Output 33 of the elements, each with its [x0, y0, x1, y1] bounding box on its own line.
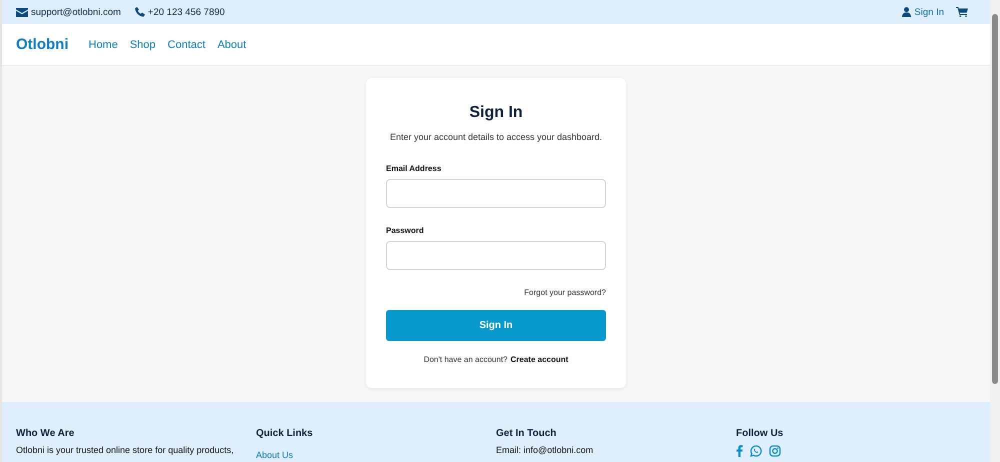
- footer-text: Otlobni is your trusted online store for quality products,: [16, 445, 235, 455]
- whatsapp-icon[interactable]: [750, 445, 762, 457]
- sign-in-button[interactable]: Sign In: [386, 310, 606, 341]
- scrollbar[interactable]: [990, 0, 1000, 462]
- nav-link[interactable]: Contact: [168, 38, 206, 50]
- sign-in-link[interactable]: Sign In: [902, 6, 944, 18]
- footer-heading: Follow Us: [736, 428, 784, 439]
- nav-link[interactable]: Home: [88, 38, 118, 50]
- card-title: Sign In: [468, 104, 524, 122]
- footer-text: Email: info@otlobni.com: [496, 445, 594, 455]
- input-field[interactable]: [386, 241, 606, 270]
- instagram-icon[interactable]: [769, 445, 781, 457]
- nav-link[interactable]: About: [217, 38, 246, 50]
- forgot-password-link[interactable]: Forgot your password?: [524, 288, 606, 297]
- nav-link[interactable]: Shop: [130, 38, 156, 50]
- cart-icon[interactable]: [956, 7, 968, 17]
- register-prompt: Don't have an account?: [424, 355, 508, 364]
- facebook-icon[interactable]: [736, 445, 743, 457]
- input-field[interactable]: [386, 179, 606, 208]
- card-subtitle: Enter your account details to access your dashboard.: [388, 132, 604, 142]
- field-label: Password: [386, 226, 425, 235]
- create-account-link[interactable]: Create account: [510, 355, 568, 364]
- field-label: Email Address: [386, 164, 442, 173]
- user-icon: [902, 7, 912, 17]
- phone-icon: [134, 7, 145, 17]
- contact-phone: +20 123 456 7890: [148, 6, 225, 18]
- footer-link[interactable]: About Us: [256, 450, 294, 460]
- brand-logo[interactable]: Otlobni: [16, 36, 68, 53]
- footer-heading: Quick Links: [256, 428, 314, 439]
- footer-heading: Get In Touch: [496, 428, 558, 439]
- contact-email: support@otlobni.com: [31, 6, 121, 18]
- envelope-icon: [16, 8, 28, 16]
- footer-heading: Who We Are: [16, 428, 76, 439]
